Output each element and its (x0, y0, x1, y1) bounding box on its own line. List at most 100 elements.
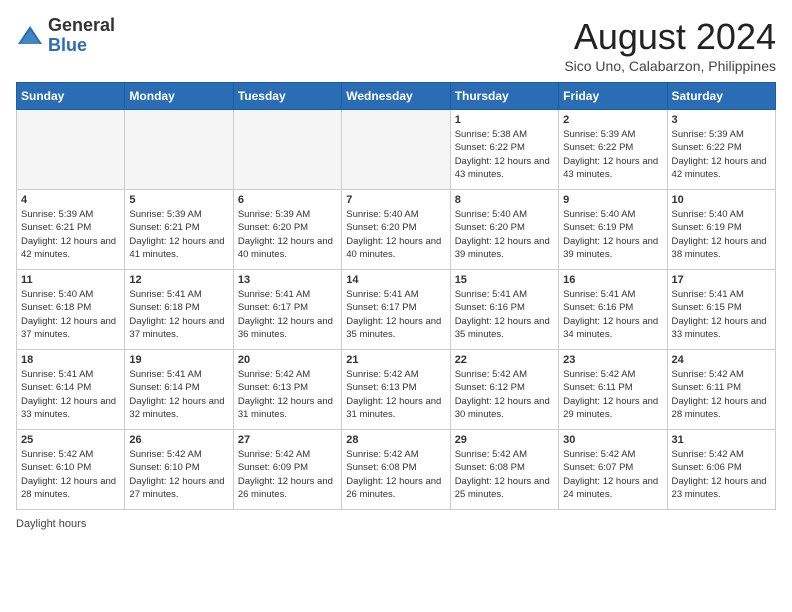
day-info: Sunrise: 5:42 AMSunset: 6:13 PMDaylight:… (238, 368, 337, 421)
calendar-cell: 30 Sunrise: 5:42 AMSunset: 6:07 PMDaylig… (559, 430, 667, 510)
day-number: 22 (455, 354, 554, 366)
day-info: Sunrise: 5:42 AMSunset: 6:11 PMDaylight:… (672, 368, 771, 421)
calendar-header-row: SundayMondayTuesdayWednesdayThursdayFrid… (17, 83, 776, 110)
calendar-cell: 7 Sunrise: 5:40 AMSunset: 6:20 PMDayligh… (342, 190, 450, 270)
day-number: 20 (238, 354, 337, 366)
logo-blue-text: Blue (48, 36, 115, 56)
day-info: Sunrise: 5:42 AMSunset: 6:12 PMDaylight:… (455, 368, 554, 421)
day-info: Sunrise: 5:41 AMSunset: 6:17 PMDaylight:… (238, 288, 337, 341)
day-number: 16 (563, 274, 662, 286)
day-number: 26 (129, 434, 228, 446)
title-block: August 2024 Sico Uno, Calabarzon, Philip… (564, 16, 776, 74)
day-number: 1 (455, 114, 554, 126)
location-subtitle: Sico Uno, Calabarzon, Philippines (564, 58, 776, 74)
day-number: 12 (129, 274, 228, 286)
day-number: 4 (21, 194, 120, 206)
day-info: Sunrise: 5:42 AMSunset: 6:06 PMDaylight:… (672, 448, 771, 501)
calendar-cell: 28 Sunrise: 5:42 AMSunset: 6:08 PMDaylig… (342, 430, 450, 510)
calendar-week-row: 11 Sunrise: 5:40 AMSunset: 6:18 PMDaylig… (17, 270, 776, 350)
day-number: 31 (672, 434, 771, 446)
calendar-cell: 10 Sunrise: 5:40 AMSunset: 6:19 PMDaylig… (667, 190, 775, 270)
day-info: Sunrise: 5:41 AMSunset: 6:18 PMDaylight:… (129, 288, 228, 341)
day-info: Sunrise: 5:39 AMSunset: 6:22 PMDaylight:… (672, 128, 771, 181)
day-info: Sunrise: 5:42 AMSunset: 6:08 PMDaylight:… (346, 448, 445, 501)
daylight-label: Daylight hours (16, 518, 86, 530)
calendar-table: SundayMondayTuesdayWednesdayThursdayFrid… (16, 82, 776, 510)
logo-general-text: General (48, 16, 115, 36)
calendar-cell: 22 Sunrise: 5:42 AMSunset: 6:12 PMDaylig… (450, 350, 558, 430)
calendar-cell: 9 Sunrise: 5:40 AMSunset: 6:19 PMDayligh… (559, 190, 667, 270)
logo-icon (16, 22, 44, 50)
calendar-cell: 31 Sunrise: 5:42 AMSunset: 6:06 PMDaylig… (667, 430, 775, 510)
day-info: Sunrise: 5:39 AMSunset: 6:21 PMDaylight:… (129, 208, 228, 261)
calendar-cell (17, 110, 125, 190)
calendar-cell: 13 Sunrise: 5:41 AMSunset: 6:17 PMDaylig… (233, 270, 341, 350)
day-info: Sunrise: 5:40 AMSunset: 6:19 PMDaylight:… (563, 208, 662, 261)
day-info: Sunrise: 5:42 AMSunset: 6:07 PMDaylight:… (563, 448, 662, 501)
day-number: 23 (563, 354, 662, 366)
day-info: Sunrise: 5:42 AMSunset: 6:10 PMDaylight:… (129, 448, 228, 501)
day-number: 24 (672, 354, 771, 366)
day-info: Sunrise: 5:40 AMSunset: 6:18 PMDaylight:… (21, 288, 120, 341)
day-info: Sunrise: 5:41 AMSunset: 6:15 PMDaylight:… (672, 288, 771, 341)
day-info: Sunrise: 5:40 AMSunset: 6:19 PMDaylight:… (672, 208, 771, 261)
day-number: 27 (238, 434, 337, 446)
day-info: Sunrise: 5:41 AMSunset: 6:14 PMDaylight:… (21, 368, 120, 421)
calendar-week-row: 25 Sunrise: 5:42 AMSunset: 6:10 PMDaylig… (17, 430, 776, 510)
day-header-friday: Friday (559, 83, 667, 110)
day-info: Sunrise: 5:41 AMSunset: 6:16 PMDaylight:… (563, 288, 662, 341)
day-number: 2 (563, 114, 662, 126)
day-number: 9 (563, 194, 662, 206)
day-number: 6 (238, 194, 337, 206)
calendar-cell: 21 Sunrise: 5:42 AMSunset: 6:13 PMDaylig… (342, 350, 450, 430)
calendar-cell: 16 Sunrise: 5:41 AMSunset: 6:16 PMDaylig… (559, 270, 667, 350)
calendar-cell: 24 Sunrise: 5:42 AMSunset: 6:11 PMDaylig… (667, 350, 775, 430)
day-number: 7 (346, 194, 445, 206)
calendar-week-row: 1 Sunrise: 5:38 AMSunset: 6:22 PMDayligh… (17, 110, 776, 190)
day-info: Sunrise: 5:39 AMSunset: 6:22 PMDaylight:… (563, 128, 662, 181)
day-number: 3 (672, 114, 771, 126)
day-info: Sunrise: 5:41 AMSunset: 6:16 PMDaylight:… (455, 288, 554, 341)
day-info: Sunrise: 5:42 AMSunset: 6:10 PMDaylight:… (21, 448, 120, 501)
day-info: Sunrise: 5:39 AMSunset: 6:20 PMDaylight:… (238, 208, 337, 261)
day-number: 17 (672, 274, 771, 286)
calendar-cell: 3 Sunrise: 5:39 AMSunset: 6:22 PMDayligh… (667, 110, 775, 190)
calendar-cell: 6 Sunrise: 5:39 AMSunset: 6:20 PMDayligh… (233, 190, 341, 270)
day-info: Sunrise: 5:40 AMSunset: 6:20 PMDaylight:… (455, 208, 554, 261)
day-info: Sunrise: 5:39 AMSunset: 6:21 PMDaylight:… (21, 208, 120, 261)
day-header-wednesday: Wednesday (342, 83, 450, 110)
day-number: 5 (129, 194, 228, 206)
day-info: Sunrise: 5:41 AMSunset: 6:14 PMDaylight:… (129, 368, 228, 421)
calendar-cell (342, 110, 450, 190)
day-number: 11 (21, 274, 120, 286)
calendar-cell: 4 Sunrise: 5:39 AMSunset: 6:21 PMDayligh… (17, 190, 125, 270)
day-number: 28 (346, 434, 445, 446)
day-number: 10 (672, 194, 771, 206)
page-header: General Blue August 2024 Sico Uno, Calab… (16, 16, 776, 74)
day-header-saturday: Saturday (667, 83, 775, 110)
calendar-cell: 25 Sunrise: 5:42 AMSunset: 6:10 PMDaylig… (17, 430, 125, 510)
calendar-cell (233, 110, 341, 190)
calendar-week-row: 4 Sunrise: 5:39 AMSunset: 6:21 PMDayligh… (17, 190, 776, 270)
calendar-cell: 20 Sunrise: 5:42 AMSunset: 6:13 PMDaylig… (233, 350, 341, 430)
day-header-monday: Monday (125, 83, 233, 110)
calendar-cell: 27 Sunrise: 5:42 AMSunset: 6:09 PMDaylig… (233, 430, 341, 510)
day-number: 18 (21, 354, 120, 366)
day-header-tuesday: Tuesday (233, 83, 341, 110)
day-number: 21 (346, 354, 445, 366)
calendar-cell: 2 Sunrise: 5:39 AMSunset: 6:22 PMDayligh… (559, 110, 667, 190)
day-number: 14 (346, 274, 445, 286)
calendar-cell: 17 Sunrise: 5:41 AMSunset: 6:15 PMDaylig… (667, 270, 775, 350)
day-info: Sunrise: 5:42 AMSunset: 6:09 PMDaylight:… (238, 448, 337, 501)
calendar-cell: 12 Sunrise: 5:41 AMSunset: 6:18 PMDaylig… (125, 270, 233, 350)
day-number: 8 (455, 194, 554, 206)
calendar-cell: 29 Sunrise: 5:42 AMSunset: 6:08 PMDaylig… (450, 430, 558, 510)
calendar-cell: 15 Sunrise: 5:41 AMSunset: 6:16 PMDaylig… (450, 270, 558, 350)
calendar-cell: 1 Sunrise: 5:38 AMSunset: 6:22 PMDayligh… (450, 110, 558, 190)
calendar-cell: 11 Sunrise: 5:40 AMSunset: 6:18 PMDaylig… (17, 270, 125, 350)
day-number: 13 (238, 274, 337, 286)
day-info: Sunrise: 5:42 AMSunset: 6:11 PMDaylight:… (563, 368, 662, 421)
day-number: 29 (455, 434, 554, 446)
day-number: 30 (563, 434, 662, 446)
day-info: Sunrise: 5:42 AMSunset: 6:13 PMDaylight:… (346, 368, 445, 421)
